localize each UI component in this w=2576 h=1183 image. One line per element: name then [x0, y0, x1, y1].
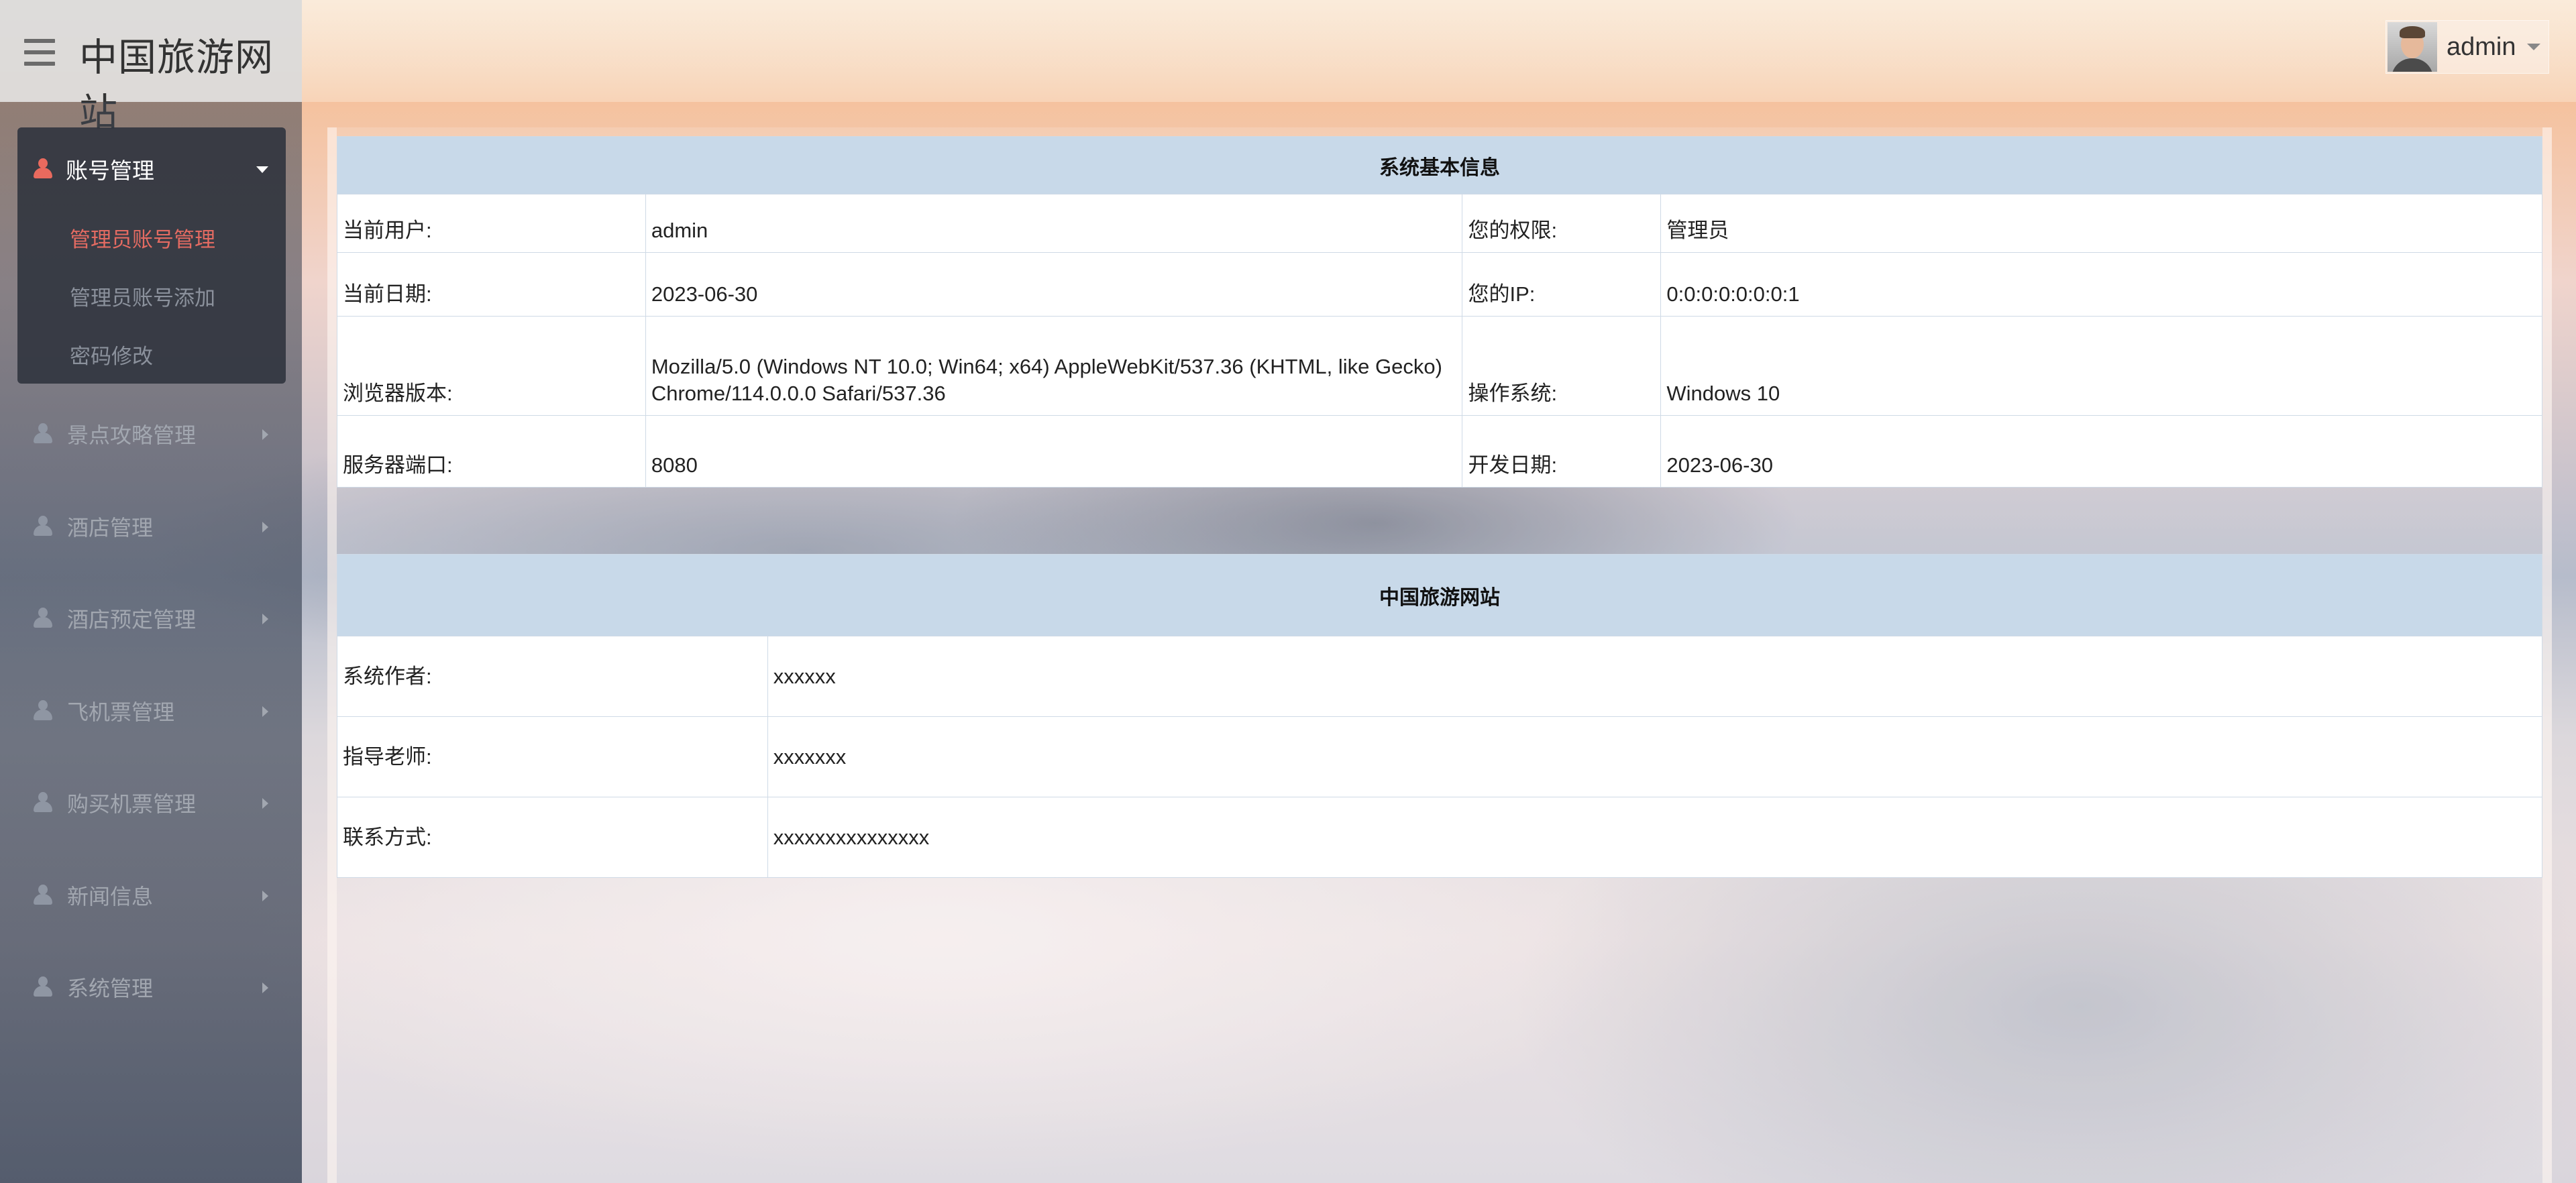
user-menu[interactable]: admin — [2385, 20, 2549, 74]
row-label: 开发日期: — [1462, 415, 1662, 488]
sidebar-item-label: 飞机票管理 — [67, 700, 175, 724]
caret-right-icon — [262, 982, 268, 993]
user-icon — [34, 158, 52, 180]
sidebar-item-news[interactable]: 新闻信息 — [0, 858, 302, 932]
system-info-table: 系统基本信息 当前用户: admin 您的权限: 管理员 当前日期: 2023-… — [337, 136, 2542, 488]
row-label: 当前用户: — [337, 194, 646, 253]
sidebar-item-label: 酒店预定管理 — [67, 608, 197, 632]
sidebar-item-label: 景点攻略管理 — [67, 423, 197, 447]
user-icon — [34, 516, 52, 537]
sidebar-item-label: 酒店管理 — [67, 516, 154, 540]
user-name: admin — [2447, 32, 2516, 61]
sidebar-item-flight-tickets[interactable]: 飞机票管理 — [0, 674, 302, 748]
row-label: 指导老师: — [337, 716, 768, 797]
caret-down-icon — [256, 166, 268, 173]
avatar — [2387, 22, 2437, 72]
row-value: Mozilla/5.0 (Windows NT 10.0; Win64; x64… — [645, 316, 1463, 416]
caret-right-icon — [262, 798, 268, 809]
row-value: 管理员 — [1660, 194, 2542, 253]
logo-area: 中国旅游网站 — [0, 0, 302, 134]
row-label: 您的IP: — [1462, 252, 1662, 317]
row-label: 联系方式: — [337, 797, 768, 878]
row-label: 浏览器版本: — [337, 316, 646, 416]
sidebar-item-label: 购买机票管理 — [67, 792, 197, 816]
table-row: 浏览器版本: Mozilla/5.0 (Windows NT 10.0; Win… — [337, 316, 2542, 416]
top-header: 中国旅游网站 admin — [0, 0, 2576, 134]
user-icon — [34, 792, 52, 813]
sidebar-item-admin-accounts[interactable]: 管理员账号管理 — [70, 223, 215, 253]
table-row: 当前用户: admin 您的权限: 管理员 — [337, 194, 2542, 253]
table-row: 当前日期: 2023-06-30 您的IP: 0:0:0:0:0:0:0:1 — [337, 252, 2542, 317]
caret-down-icon — [2526, 44, 2540, 50]
row-value: xxxxxx — [767, 636, 2543, 717]
row-value: 2023-06-30 — [1660, 415, 2542, 488]
sidebar-group-label: 账号管理 — [66, 158, 154, 183]
sidebar-item-change-password[interactable]: 密码修改 — [70, 339, 153, 370]
sidebar-item-add-admin[interactable]: 管理员账号添加 — [70, 281, 215, 311]
table-row: 系统作者: xxxxxx — [337, 636, 2543, 717]
table-title: 中国旅游网站 — [337, 554, 2542, 636]
row-value: 8080 — [645, 415, 1463, 488]
table-title: 系统基本信息 — [337, 136, 2542, 194]
user-icon — [34, 423, 52, 445]
caret-right-icon — [262, 522, 268, 532]
caret-right-icon — [262, 429, 268, 440]
sidebar-item-attractions[interactable]: 景点攻略管理 — [0, 397, 302, 471]
table-row: 指导老师: xxxxxxx — [337, 716, 2543, 797]
site-info-table: 中国旅游网站 系统作者: xxxxxx 指导老师: xxxxxxx 联系方式: … — [337, 554, 2543, 878]
caret-right-icon — [262, 614, 268, 624]
sidebar-group-header-account[interactable]: 账号管理 — [17, 127, 286, 211]
user-icon — [34, 976, 52, 998]
row-label: 您的权限: — [1462, 194, 1662, 253]
sidebar-group-account: 账号管理 管理员账号管理 管理员账号添加 密码修改 — [17, 127, 286, 384]
caret-right-icon — [262, 706, 268, 717]
row-value: xxxxxxxxxxxxxxx — [767, 797, 2543, 878]
sidebar-item-hotels[interactable]: 酒店管理 — [0, 490, 302, 563]
user-icon — [34, 700, 52, 722]
row-label: 当前日期: — [337, 252, 646, 317]
row-label: 操作系统: — [1462, 316, 1662, 416]
row-label: 系统作者: — [337, 636, 768, 717]
hamburger-menu-icon[interactable] — [24, 39, 55, 66]
row-value: 0:0:0:0:0:0:0:1 — [1660, 252, 2542, 317]
sidebar-item-label: 系统管理 — [67, 976, 154, 1001]
caret-right-icon — [262, 891, 268, 901]
row-label: 服务器端口: — [337, 415, 646, 488]
sidebar-item-label: 新闻信息 — [67, 885, 154, 909]
sidebar: 账号管理 管理员账号管理 管理员账号添加 密码修改 景点攻略管理 酒店管理 酒店… — [0, 102, 302, 1183]
user-icon — [34, 885, 52, 906]
row-value: xxxxxxx — [767, 716, 2543, 797]
sidebar-item-system[interactable]: 系统管理 — [0, 950, 302, 1024]
row-value: 2023-06-30 — [645, 252, 1463, 317]
table-row: 服务器端口: 8080 开发日期: 2023-06-30 — [337, 415, 2542, 488]
table-row: 联系方式: xxxxxxxxxxxxxxx — [337, 797, 2543, 878]
row-value: admin — [645, 194, 1463, 253]
row-value: Windows 10 — [1660, 316, 2542, 416]
sidebar-item-ticket-purchases[interactable]: 购买机票管理 — [0, 766, 302, 840]
sidebar-item-hotel-booking[interactable]: 酒店预定管理 — [0, 581, 302, 655]
user-icon — [34, 608, 52, 629]
